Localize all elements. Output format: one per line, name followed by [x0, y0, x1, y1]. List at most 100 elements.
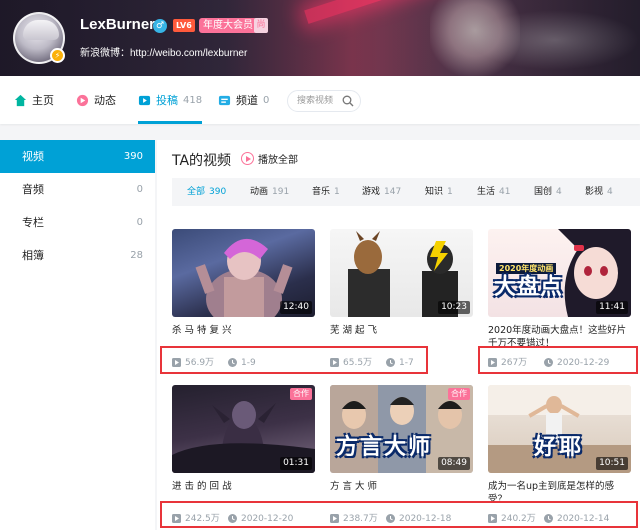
- section-title: TA的视频: [172, 153, 232, 169]
- content-type-sidebar: 视频 390 音频 0 专栏 0 相簿 28: [0, 140, 155, 530]
- upload-date: 2020-12-29: [557, 358, 610, 368]
- video-duration: 11:41: [596, 301, 628, 314]
- upload-date: 1-9: [241, 358, 256, 368]
- play-count-icon: [488, 358, 497, 367]
- filter-label: 知识: [425, 187, 444, 197]
- username: LexBurner: [80, 16, 156, 33]
- play-count: 238.7万: [343, 514, 378, 524]
- filter-animation[interactable]: 动画 191: [250, 178, 289, 206]
- video-duration: 08:49: [438, 457, 470, 470]
- thumbnail-overlay-title: 大盘点: [494, 275, 564, 300]
- video-thumbnail[interactable]: 方言大师 合作 08:49: [330, 385, 473, 473]
- upload-date: 2020-12-14: [557, 514, 610, 524]
- video-meta: 240.2万 2020-12-14: [488, 512, 631, 526]
- tab-dynamic-label: 动态: [94, 94, 116, 107]
- filter-count: 41: [499, 187, 511, 197]
- play-count: 240.2万: [501, 514, 536, 524]
- video-thumbnail[interactable]: 好耶 10:51: [488, 385, 631, 473]
- play-count: 65.5万: [343, 358, 373, 368]
- filter-life[interactable]: 生活 41: [477, 178, 510, 206]
- video-thumbnail[interactable]: 合作 01:31: [172, 385, 315, 473]
- collab-tag: 合作: [290, 388, 312, 400]
- tab-dynamic[interactable]: 动态: [76, 76, 116, 124]
- video-title[interactable]: 方 言 大 师: [330, 480, 473, 493]
- sidebar-item-count: 28: [130, 250, 143, 261]
- filter-guochuang[interactable]: 国创 4: [534, 178, 562, 206]
- clock-icon: [228, 358, 237, 367]
- video-duration: 01:31: [280, 457, 312, 470]
- filter-music[interactable]: 音乐 1: [312, 178, 340, 206]
- filter-count: 390: [209, 187, 227, 197]
- filter-all[interactable]: 全部 390: [187, 178, 226, 206]
- avatar-hair: [23, 20, 59, 40]
- video-list-panel: TA的视频 播放全部 全部 390 动画 191 音乐 1 游戏 147 知识 1 生活 4…: [157, 140, 640, 530]
- sidebar-item-articles[interactable]: 专栏 0: [0, 206, 155, 239]
- filter-label: 生活: [477, 187, 496, 197]
- filter-count: 4: [607, 187, 613, 197]
- search-icon[interactable]: [342, 95, 354, 107]
- video-meta: 267万 2020-12-29: [488, 356, 631, 370]
- filter-knowledge[interactable]: 知识 1: [425, 178, 453, 206]
- video-thumbnail[interactable]: 2020年度动画 大盘点 11:41: [488, 229, 631, 317]
- filter-label: 全部: [187, 187, 206, 197]
- video-meta: 242.5万 2020-12-20: [172, 512, 315, 526]
- dynamic-icon: [76, 94, 89, 106]
- filter-label: 动画: [250, 187, 269, 197]
- tab-home[interactable]: 主页: [14, 76, 54, 124]
- play-all-label: 播放全部: [258, 155, 298, 166]
- clock-icon: [228, 514, 237, 523]
- profile-banner: [0, 0, 640, 76]
- video-duration: 10:23: [438, 301, 470, 314]
- filter-label: 音乐: [312, 187, 331, 197]
- video-thumbnail[interactable]: 10:23: [330, 229, 473, 317]
- tab-posts[interactable]: 投稿 418: [138, 76, 203, 124]
- upload-date: 2020-12-20: [241, 514, 294, 524]
- play-count: 242.5万: [185, 514, 220, 524]
- upload-date: 1-7: [399, 358, 414, 368]
- collab-tag: 合作: [448, 388, 470, 400]
- clock-icon: [544, 514, 553, 523]
- channel-icon: [218, 95, 231, 105]
- clock-icon: [544, 358, 553, 367]
- filter-count: 1: [334, 187, 340, 197]
- sidebar-item-count: 0: [136, 217, 143, 228]
- play-circle-icon: [241, 152, 254, 165]
- filter-label: 游戏: [362, 187, 381, 197]
- video-thumbnail[interactable]: 12:40: [172, 229, 315, 317]
- video-posts-icon: [138, 95, 151, 105]
- filter-film[interactable]: 影视 4: [585, 178, 613, 206]
- home-icon: [14, 94, 27, 106]
- banner-shade: [0, 0, 640, 76]
- gender-icon: ♂: [153, 19, 167, 33]
- filter-label: 国创: [534, 187, 553, 197]
- play-count: 56.9万: [185, 358, 215, 368]
- video-title[interactable]: 芜 湖 起 飞: [330, 324, 473, 337]
- tab-channel-label: 频道: [236, 94, 258, 107]
- sidebar-item-audio[interactable]: 音频 0: [0, 173, 155, 206]
- video-title[interactable]: 成为一名up主到底是怎样的感受？: [488, 480, 631, 506]
- filter-count: 4: [556, 187, 562, 197]
- weibo-link[interactable]: 新浪微博：http://weibo.com/lexburner: [80, 44, 247, 59]
- video-title[interactable]: 进 击 的 回 战: [172, 480, 315, 493]
- video-title[interactable]: 杀 马 特 复 兴: [172, 324, 315, 337]
- video-duration: 10:51: [596, 457, 628, 470]
- tab-posts-count: 418: [183, 94, 203, 106]
- verified-badge-icon: ⚡: [50, 48, 65, 63]
- play-all-button[interactable]: 播放全部: [241, 151, 298, 166]
- tab-channel[interactable]: 频道 0: [218, 76, 269, 124]
- sidebar-item-albums[interactable]: 相簿 28: [0, 239, 155, 272]
- play-count-icon: [488, 514, 497, 523]
- tab-channel-count: 0: [263, 94, 270, 106]
- search-input[interactable]: 搜索视频: [287, 90, 361, 112]
- play-count-icon: [330, 358, 339, 367]
- sidebar-item-label: 专栏: [22, 216, 44, 229]
- filter-label: 影视: [585, 187, 604, 197]
- video-title[interactable]: 2020年度动画大盘点！这些好片千万不要错过！: [488, 324, 631, 350]
- vip-badge[interactable]: 年度大会员: [199, 18, 257, 33]
- video-meta: 65.5万 1-7: [330, 356, 473, 370]
- sidebar-item-video[interactable]: 视频 390: [0, 140, 155, 173]
- tab-home-label: 主页: [32, 94, 54, 107]
- search-placeholder: 搜索视频: [297, 96, 334, 106]
- filter-game[interactable]: 游戏 147: [362, 178, 401, 206]
- video-meta: 238.7万 2020-12-18: [330, 512, 473, 526]
